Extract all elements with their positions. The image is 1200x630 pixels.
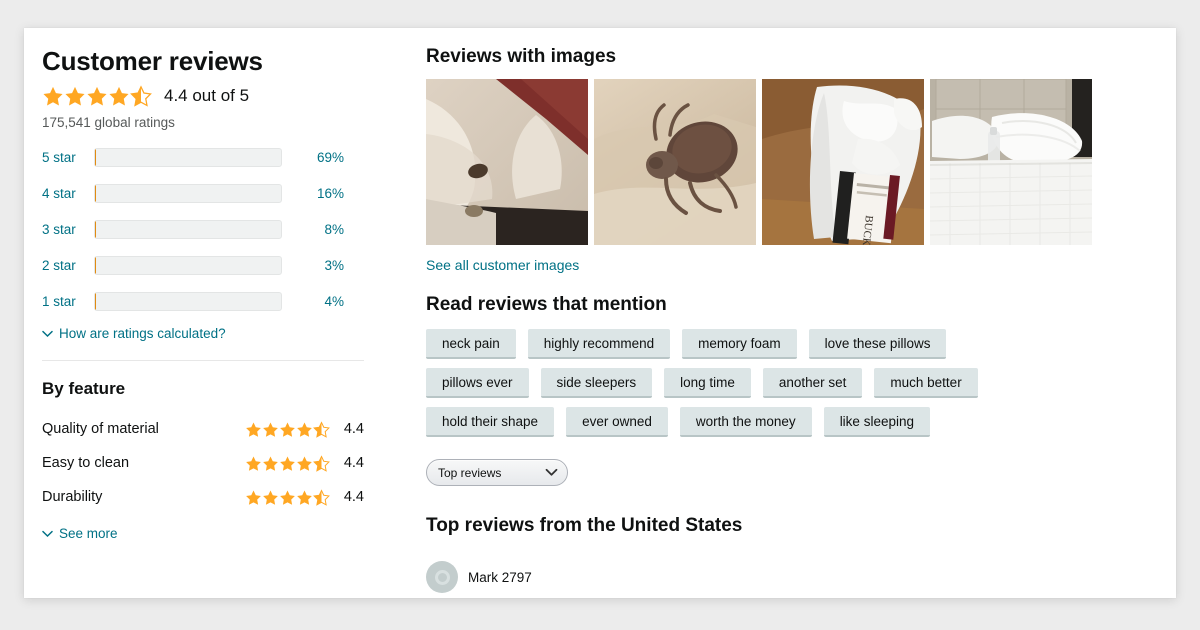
see-all-customer-images-link[interactable]: See all customer images — [426, 257, 579, 273]
review-keyword-chip[interactable]: side sleepers — [540, 368, 653, 398]
customer-image-thumbnail[interactable] — [594, 79, 756, 245]
customer-image-thumbnail[interactable]: BUCKHAM — [762, 79, 924, 245]
review-keyword-chip[interactable]: pillows ever — [426, 368, 529, 398]
review-keyword-chip[interactable]: ever owned — [566, 407, 668, 437]
read-reviews-that-mention-title: Read reviews that mention — [426, 294, 667, 315]
review-keyword-chip[interactable]: hold their shape — [426, 407, 555, 437]
histogram-bar-track[interactable] — [94, 291, 282, 311]
histogram-percent-label[interactable]: 69% — [296, 150, 344, 165]
feature-name: Easy to clean — [42, 455, 130, 471]
rating-histogram-row: 2 star 3% — [42, 252, 364, 278]
rating-histogram: 5 star 69% 4 star 16% 3 star 8% 2 star 3… — [42, 144, 364, 314]
histogram-bar-track[interactable] — [94, 255, 282, 275]
review-keyword-chip[interactable]: another set — [762, 368, 863, 398]
feature-star-rating-icon — [245, 454, 330, 472]
review-item: Mark 2797 — [426, 561, 1152, 593]
feature-rating-list: Quality of material 4.4 Easy to clean 4.… — [42, 412, 364, 514]
reviews-content-column: Reviews with images BUCKHAM See all cust… — [384, 28, 1176, 598]
rating-histogram-row: 1 star 4% — [42, 288, 364, 314]
histogram-bar-fill — [95, 184, 96, 202]
feature-score: 4.4 — [343, 421, 364, 437]
review-keyword-chips: neck pain highly recommend memory foam l… — [426, 329, 1026, 437]
histogram-star-label[interactable]: 3 star — [42, 222, 94, 237]
histogram-percent-label[interactable]: 8% — [296, 222, 344, 237]
reviews-summary-column: Customer reviews 4.4 out of 5 175,541 gl… — [24, 28, 384, 598]
reviews-with-images-title: Reviews with images — [426, 46, 617, 67]
feature-star-rating-icon — [245, 420, 330, 438]
global-ratings-count: 175,541 global ratings — [42, 115, 175, 130]
avatar — [426, 561, 458, 593]
review-keyword-chip[interactable]: much better — [874, 368, 978, 398]
review-keyword-chip[interactable]: like sleeping — [823, 407, 930, 437]
rating-histogram-row: 5 star 69% — [42, 144, 364, 170]
histogram-bar-track[interactable] — [94, 183, 282, 203]
histogram-star-label[interactable]: 1 star — [42, 294, 94, 309]
chevron-down-icon — [42, 326, 53, 341]
feature-rating-row: Quality of material 4.4 — [42, 412, 364, 446]
histogram-star-label[interactable]: 5 star — [42, 150, 94, 165]
sort-reviews-dropdown[interactable]: Top reviews — [426, 459, 568, 486]
histogram-star-label[interactable]: 2 star — [42, 258, 94, 273]
section-divider — [42, 360, 364, 361]
overall-star-rating-icon — [42, 85, 152, 107]
feature-rating-row: Easy to clean 4.4 — [42, 446, 364, 480]
how-are-ratings-calculated-link[interactable]: How are ratings calculated? — [42, 326, 226, 341]
histogram-bar-track[interactable] — [94, 219, 282, 239]
feature-score: 4.4 — [343, 455, 364, 471]
customer-reviews-card: Customer reviews 4.4 out of 5 175,541 gl… — [24, 28, 1176, 598]
rating-histogram-row: 4 star 16% — [42, 180, 364, 206]
histogram-percent-label[interactable]: 16% — [296, 186, 344, 201]
top-reviews-title: Top reviews from the United States — [426, 515, 743, 536]
feature-name: Quality of material — [42, 421, 159, 437]
feature-score: 4.4 — [343, 489, 364, 505]
customer-image-strip: BUCKHAM — [426, 79, 1152, 245]
see-more-label: See more — [59, 526, 118, 541]
histogram-star-label[interactable]: 4 star — [42, 186, 94, 201]
overall-rating: 4.4 out of 5 — [42, 85, 364, 107]
review-keyword-chip[interactable]: long time — [664, 368, 751, 398]
review-keyword-chip[interactable]: memory foam — [682, 329, 797, 359]
histogram-percent-label[interactable]: 3% — [296, 258, 344, 273]
histogram-percent-label[interactable]: 4% — [296, 294, 344, 309]
review-keyword-chip[interactable]: highly recommend — [527, 329, 671, 359]
rating-histogram-row: 3 star 8% — [42, 216, 364, 242]
how-are-ratings-calculated-label: How are ratings calculated? — [59, 326, 226, 341]
feature-name: Durability — [42, 489, 103, 505]
customer-image-thumbnail[interactable] — [426, 79, 588, 245]
histogram-bar-fill — [95, 148, 96, 166]
by-feature-title: By feature — [42, 379, 126, 398]
chevron-down-icon — [42, 526, 53, 541]
see-more-features-link[interactable]: See more — [42, 526, 118, 541]
histogram-bar-fill — [95, 292, 96, 310]
histogram-bar-fill — [95, 256, 96, 274]
feature-rating-row: Durability 4.4 — [42, 480, 364, 514]
reviewer-name[interactable]: Mark 2797 — [468, 570, 532, 585]
feature-star-rating-icon — [245, 488, 330, 506]
page-title: Customer reviews — [42, 46, 263, 76]
overall-rating-text: 4.4 out of 5 — [164, 86, 250, 105]
review-keyword-chip[interactable]: worth the money — [679, 407, 812, 437]
sort-reviews-selected-value: Top reviews — [438, 465, 502, 480]
review-keyword-chip[interactable]: neck pain — [426, 329, 516, 359]
histogram-bar-track[interactable] — [94, 147, 282, 167]
chevron-down-icon — [545, 466, 558, 480]
customer-image-thumbnail[interactable] — [930, 79, 1092, 245]
histogram-bar-fill — [95, 220, 96, 238]
review-keyword-chip[interactable]: love these pillows — [808, 329, 947, 359]
